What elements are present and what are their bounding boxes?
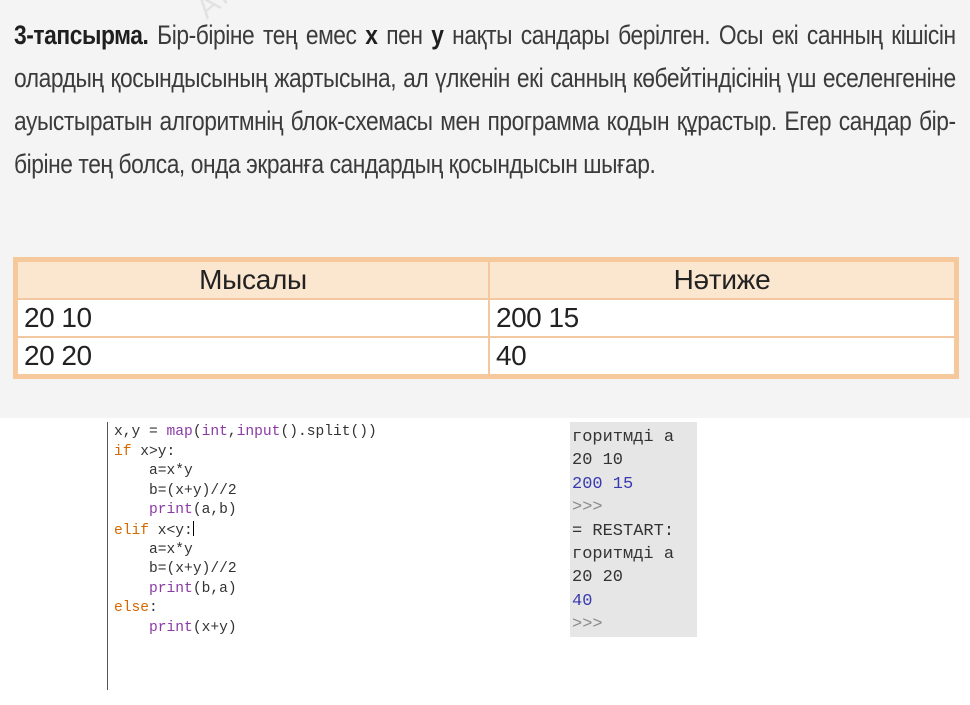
header-result: Нәтиже xyxy=(488,258,958,300)
shell-line: горитмді а xyxy=(572,545,675,564)
task-text-1: Бір-біріне тең емес xyxy=(157,20,357,50)
shell-line: >>> xyxy=(572,615,603,635)
result-cell: 200 15 xyxy=(488,298,958,338)
example-cell: 20 10 xyxy=(14,298,490,338)
textbook-page: Атамұра 3-тапсырма. Бір-біріне тең емес … xyxy=(0,0,970,418)
code-line: else: xyxy=(114,600,158,617)
code-editor[interactable]: x,y = map(int,input().split()) if x>y: a=… xyxy=(107,422,468,690)
code-line: print(x+y) xyxy=(149,620,237,636)
task-text-2: пен xyxy=(386,20,423,50)
header-example: Мысалы xyxy=(14,258,490,300)
code-line: b=(x+y)//2 xyxy=(114,561,237,578)
text-cursor xyxy=(192,521,194,536)
shell-line: горитмді а xyxy=(572,428,675,447)
task-statement: 3-тапсырма. Бір-біріне тең емес x пен y … xyxy=(14,14,956,186)
task-label: 3-тапсырма. xyxy=(14,20,149,50)
code-line: print(a,b) xyxy=(149,502,237,519)
task-var-x: x xyxy=(365,20,378,50)
code-line: print(b,a) xyxy=(149,580,237,597)
shell-line: 20 10 xyxy=(572,451,624,471)
task-text-3: нақты сандары берілген. Осы екі санның к… xyxy=(14,20,956,179)
shell-line: = RESTART: xyxy=(572,521,675,541)
code-line: b=(x+y)//2 xyxy=(114,482,237,499)
code-line: a=x*y xyxy=(114,463,193,480)
code-line: a=x*y xyxy=(114,541,193,558)
code-line: elif x<y: xyxy=(114,521,194,539)
table-row: 20 10 200 15 xyxy=(14,298,958,338)
example-table: Мысалы Нәтиже 20 10 200 15 20 20 40 xyxy=(13,257,959,379)
shell-line: 200 15 xyxy=(572,474,634,494)
example-cell: 20 20 xyxy=(14,336,490,378)
shell-line: 40 xyxy=(572,591,593,611)
result-cell: 40 xyxy=(488,336,958,378)
task-var-y: y xyxy=(431,20,444,50)
code-line: x,y = map(int,input().split()) xyxy=(114,424,377,440)
table-header-row: Мысалы Нәтиже xyxy=(14,258,958,300)
python-shell[interactable]: горитмді а 20 10 200 15 >>> = RESTART: горитм… xyxy=(570,422,697,637)
shell-line: 20 20 xyxy=(572,568,624,588)
shell-line: >>> xyxy=(572,498,603,518)
table-row: 20 20 40 xyxy=(14,336,958,378)
code-line: if x>y: xyxy=(114,443,176,460)
